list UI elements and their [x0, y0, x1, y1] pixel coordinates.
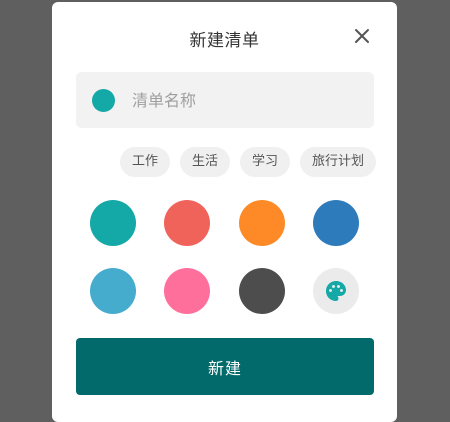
tag-chip-study[interactable]: 学习: [240, 147, 291, 177]
tag-chip-travel-plan[interactable]: 旅行计划: [300, 147, 377, 177]
selected-color-dot[interactable]: [92, 89, 115, 112]
close-button[interactable]: [352, 26, 372, 46]
color-swatch-dark-gray[interactable]: [239, 268, 285, 314]
create-button[interactable]: 新建: [76, 338, 374, 395]
color-swatch-orange[interactable]: [239, 200, 285, 246]
new-list-dialog: 新建清单 工作 生活 学习 旅行计划 新建: [52, 2, 397, 422]
color-swatch-teal[interactable]: [90, 200, 136, 246]
list-name-input[interactable]: [132, 86, 362, 114]
color-swatch-coral[interactable]: [164, 200, 210, 246]
palette-icon: [326, 281, 346, 301]
color-swatch-blue[interactable]: [313, 200, 359, 246]
list-name-field: [76, 72, 374, 128]
custom-color-button[interactable]: [313, 268, 359, 314]
tag-suggestions: 工作 生活 学习 旅行计划: [120, 147, 377, 177]
dialog-title: 新建清单: [189, 31, 260, 51]
color-swatch-pink[interactable]: [164, 268, 210, 314]
close-icon: [355, 29, 369, 43]
color-swatch-sky-blue[interactable]: [90, 268, 136, 314]
tag-chip-life[interactable]: 生活: [180, 147, 231, 177]
tag-chip-work[interactable]: 工作: [120, 147, 171, 177]
